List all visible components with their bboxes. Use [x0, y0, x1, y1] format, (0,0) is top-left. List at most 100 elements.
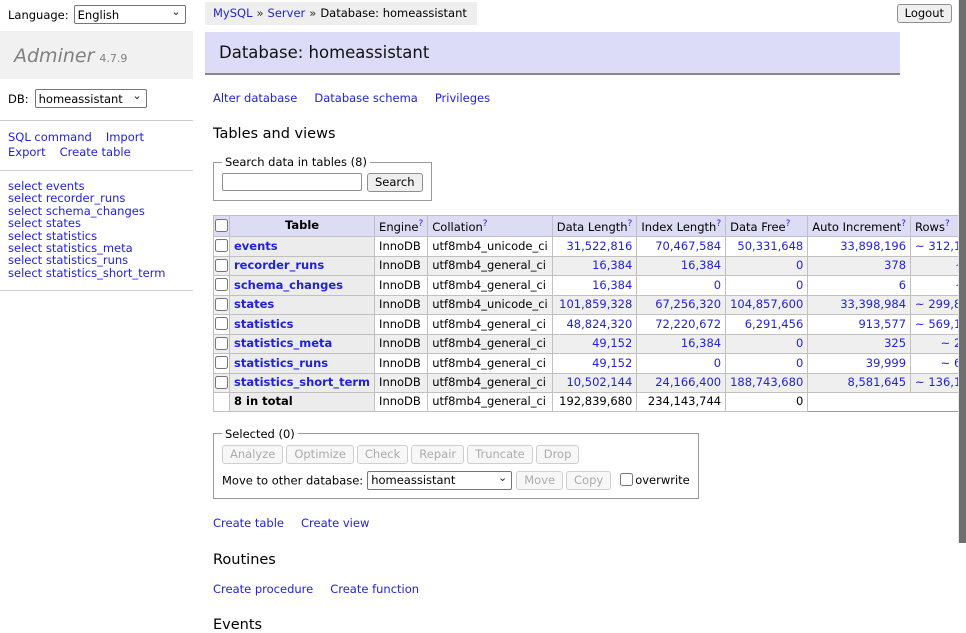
- privileges-link[interactable]: Privileges: [435, 91, 490, 105]
- column-header-index-length: Index Length?: [637, 216, 726, 237]
- column-header-data-length: Data Length?: [552, 216, 637, 237]
- table-total-row: 8 in total InnoDB utf8mb4_general_ci 192…: [214, 393, 966, 412]
- row-checkbox[interactable]: [215, 239, 228, 252]
- sidebar-item-select-statistics-short-term[interactable]: select statistics_short_term: [8, 267, 193, 279]
- sidebar-link-create-table[interactable]: Create table: [60, 146, 131, 160]
- db-select[interactable]: homeassistant: [35, 89, 147, 108]
- table-row: recorder_runs InnoDB utf8mb4_general_ci …: [214, 256, 966, 276]
- table-link[interactable]: states: [234, 297, 274, 311]
- help-link[interactable]: ?: [716, 219, 721, 229]
- create-function-link[interactable]: Create function: [330, 582, 419, 596]
- alter-database-link[interactable]: Alter database: [213, 91, 297, 105]
- index-length-cell: 0: [637, 354, 726, 374]
- sidebar-item-select-states[interactable]: select states: [8, 217, 193, 229]
- breadcrumb-separator: »: [309, 6, 316, 20]
- tables-and-views-heading: Tables and views: [213, 126, 907, 142]
- sidebar-item-select-statistics-runs[interactable]: select statistics_runs: [8, 254, 193, 266]
- data-length-cell: 16,384: [552, 276, 637, 296]
- breadcrumb-server-link[interactable]: Server: [268, 6, 306, 20]
- main-content: MySQL»Server»Database: homeassistant Dat…: [205, 0, 907, 633]
- total-data-free-cell: 0: [726, 393, 808, 412]
- column-header-table: Table: [230, 216, 375, 237]
- overwrite-checkbox[interactable]: [620, 473, 633, 486]
- row-checkbox[interactable]: [215, 376, 228, 389]
- engine-cell: InnoDB: [375, 256, 428, 276]
- table-row: statistics_short_term InnoDB utf8mb4_gen…: [214, 373, 966, 393]
- table-name-cell: events: [230, 237, 375, 257]
- search-input[interactable]: [222, 173, 362, 191]
- engine-cell: InnoDB: [375, 295, 428, 315]
- data-length-cell: 16,384: [552, 256, 637, 276]
- routines-heading: Routines: [213, 552, 907, 568]
- db-label: DB:: [8, 92, 29, 106]
- vertical-scrollbar[interactable]: [958, 0, 966, 543]
- breadcrumb-current: Database: homeassistant: [320, 6, 467, 20]
- move-row: Move to other database:homeassistantMove…: [222, 471, 690, 491]
- breadcrumb-mysql-link[interactable]: MySQL: [213, 6, 253, 20]
- table-name-cell: statistics_meta: [230, 334, 375, 354]
- help-link[interactable]: ?: [945, 219, 950, 229]
- table-link[interactable]: recorder_runs: [234, 258, 324, 272]
- total-label-cell: 8 in total: [230, 393, 375, 412]
- database-schema-link[interactable]: Database schema: [314, 91, 417, 105]
- language-select[interactable]: English: [74, 5, 186, 24]
- help-link[interactable]: ?: [483, 219, 488, 229]
- table-link[interactable]: statistics_runs: [234, 356, 328, 370]
- row-checkbox[interactable]: [215, 298, 228, 311]
- move-database-select[interactable]: homeassistant: [367, 471, 512, 490]
- index-length-cell: 70,467,584: [637, 237, 726, 257]
- tables-list-table: Table Engine? Collation? Data Length? In…: [213, 215, 966, 412]
- help-link[interactable]: ?: [901, 219, 906, 229]
- sidebar-link-export[interactable]: Export: [8, 146, 46, 160]
- overwrite-label: overwrite: [635, 473, 690, 487]
- auto-increment-cell: 33,898,196: [808, 237, 911, 257]
- sidebar-item-select-recorder-runs[interactable]: select recorder_runs: [8, 192, 193, 204]
- engine-cell: InnoDB: [375, 334, 428, 354]
- table-link[interactable]: statistics_short_term: [234, 375, 370, 389]
- select-all-checkbox[interactable]: [215, 219, 228, 232]
- collation-cell: utf8mb4_unicode_ci: [428, 237, 553, 257]
- table-link[interactable]: statistics: [234, 317, 294, 331]
- data-free-cell: 6,291,456: [726, 315, 808, 335]
- logout-button[interactable]: Logout: [897, 4, 952, 23]
- row-checkbox[interactable]: [215, 337, 228, 350]
- search-button[interactable]: Search: [367, 173, 423, 192]
- help-link[interactable]: ?: [418, 219, 423, 229]
- database-nav-links: Alter database Database schema Privileges: [213, 91, 907, 105]
- row-checkbox[interactable]: [215, 356, 228, 369]
- data-length-cell: 49,152: [552, 334, 637, 354]
- move-button: Move: [516, 471, 563, 490]
- language-row: Language:English: [0, 0, 193, 28]
- table-name-cell: schema_changes: [230, 276, 375, 296]
- app-version: 4.7.9: [99, 52, 127, 65]
- index-length-cell: 16,384: [637, 256, 726, 276]
- row-checkbox[interactable]: [215, 278, 228, 291]
- create-view-link[interactable]: Create view: [301, 516, 369, 530]
- auto-increment-cell: 6: [808, 276, 911, 296]
- sidebar-link-import[interactable]: Import: [106, 131, 144, 145]
- table-row: states InnoDB utf8mb4_unicode_ci 101,859…: [214, 295, 966, 315]
- sidebar-link-sql-command[interactable]: SQL command: [8, 131, 92, 145]
- truncate-button: Truncate: [467, 445, 533, 464]
- table-name-cell: states: [230, 295, 375, 315]
- index-length-cell: 24,166,400: [637, 373, 726, 393]
- create-table-link[interactable]: Create table: [213, 516, 284, 530]
- events-heading: Events: [213, 617, 907, 633]
- search-fieldset: Search data in tables (8) Search: [213, 155, 432, 201]
- table-link[interactable]: events: [234, 239, 278, 253]
- data-free-cell: 0: [726, 256, 808, 276]
- table-link[interactable]: statistics_meta: [234, 336, 332, 350]
- engine-cell: InnoDB: [375, 354, 428, 374]
- row-checkbox[interactable]: [215, 259, 228, 272]
- row-checkbox[interactable]: [215, 317, 228, 330]
- data-free-cell: 0: [726, 276, 808, 296]
- help-link[interactable]: ?: [786, 219, 791, 229]
- collation-cell: utf8mb4_general_ci: [428, 354, 553, 374]
- table-name-cell: statistics: [230, 315, 375, 335]
- sidebar-actions: SQL command Import Export Create table: [0, 121, 193, 171]
- table-link[interactable]: schema_changes: [234, 278, 343, 292]
- create-procedure-link[interactable]: Create procedure: [213, 582, 313, 596]
- help-link[interactable]: ?: [628, 219, 633, 229]
- total-index-length-cell: 234,143,744: [637, 393, 726, 412]
- table-name-cell: statistics_runs: [230, 354, 375, 374]
